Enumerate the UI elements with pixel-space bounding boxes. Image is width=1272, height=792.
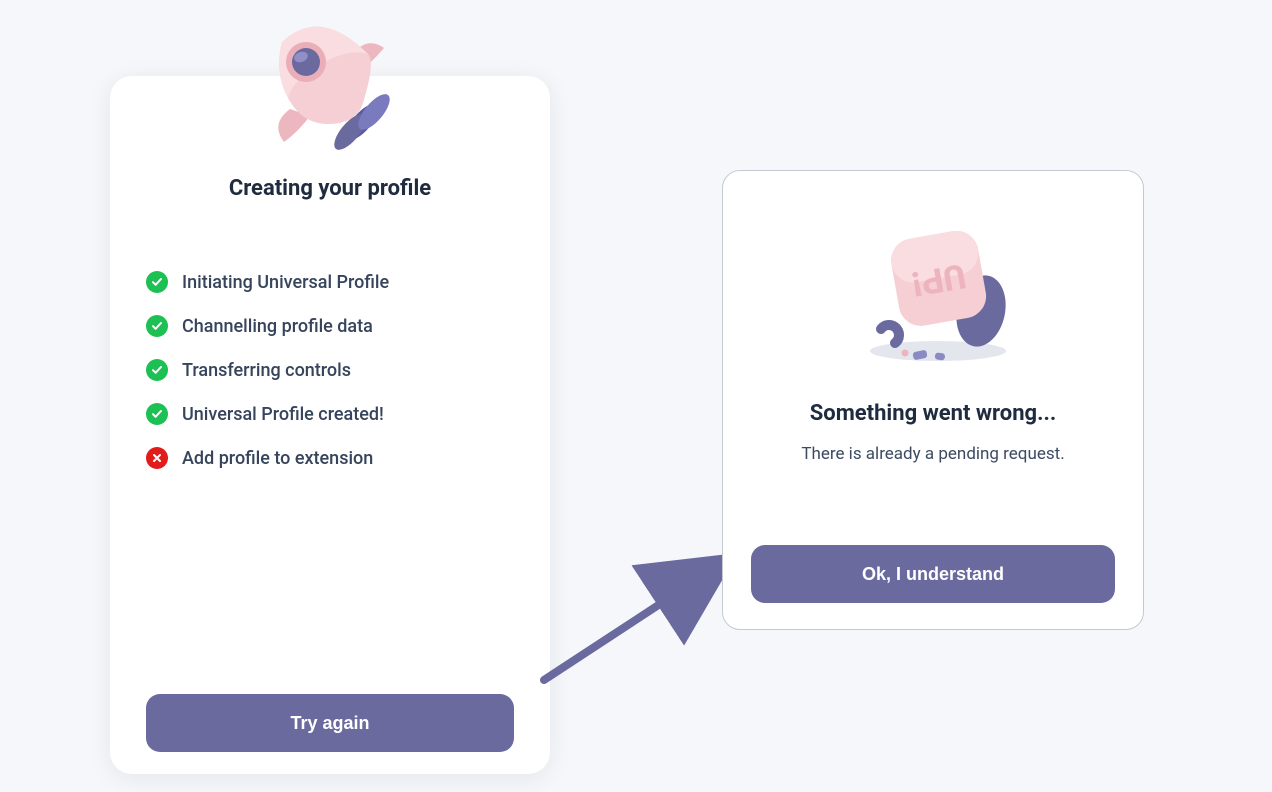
cross-icon (146, 447, 168, 469)
error-title: Something went wrong... (810, 401, 1056, 426)
error-block-icon: UP! (843, 201, 1023, 371)
check-icon (146, 271, 168, 293)
step-row: Add profile to extension (146, 447, 514, 469)
error-card: UP! Something went wrong... There is alr… (722, 170, 1144, 630)
profile-creation-card: Creating your profile Initiating Univers… (110, 76, 550, 774)
step-row: Channelling profile data (146, 315, 514, 337)
step-label: Universal Profile created! (182, 404, 384, 425)
ok-understand-button[interactable]: Ok, I understand (751, 545, 1115, 603)
try-again-button[interactable]: Try again (146, 694, 514, 752)
arrow-icon (540, 548, 740, 688)
step-label: Initiating Universal Profile (182, 272, 389, 293)
step-label: Add profile to extension (182, 448, 373, 469)
error-message: There is already a pending request. (801, 444, 1064, 464)
step-label: Transferring controls (182, 360, 351, 381)
step-row: Transferring controls (146, 359, 514, 381)
check-icon (146, 315, 168, 337)
profile-creation-title: Creating your profile (146, 176, 514, 201)
profile-steps-list: Initiating Universal Profile Channelling… (146, 271, 514, 469)
check-icon (146, 359, 168, 381)
step-label: Channelling profile data (182, 316, 373, 337)
step-row: Universal Profile created! (146, 403, 514, 425)
step-row: Initiating Universal Profile (146, 271, 514, 293)
check-icon (146, 403, 168, 425)
